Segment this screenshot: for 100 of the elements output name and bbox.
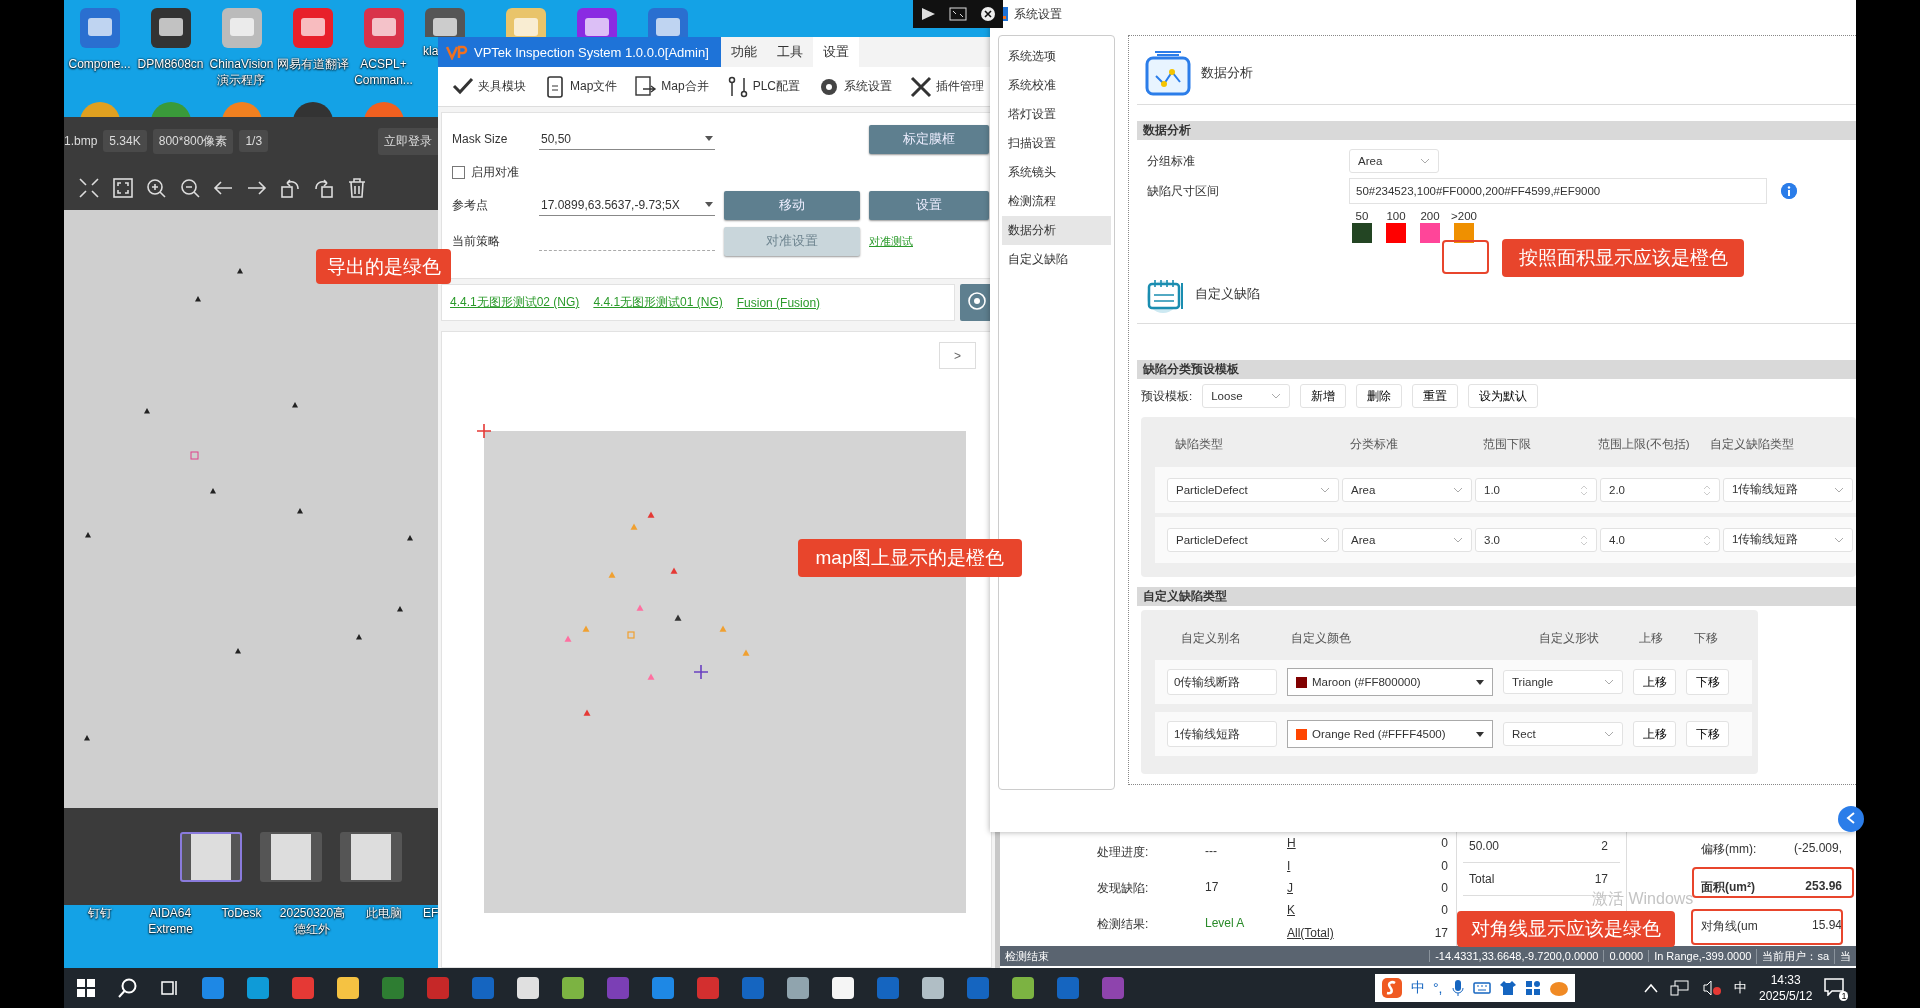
- rotate-right-icon[interactable]: [312, 176, 335, 199]
- thumbnail[interactable]: [180, 831, 242, 882]
- defect-type-dropdown[interactable]: ParticleDefect: [1167, 477, 1339, 502]
- punctuation-mode[interactable]: °,: [1433, 980, 1443, 996]
- number-field[interactable]: 1.0: [1475, 477, 1597, 502]
- app-icon[interactable]: [336, 976, 360, 1000]
- menu-tab[interactable]: 工具: [766, 37, 813, 67]
- app-icon[interactable]: [1011, 976, 1035, 1000]
- toolbar-button[interactable]: 夹具模块: [444, 75, 534, 98]
- app-icon[interactable]: [516, 976, 540, 1000]
- menu-tab[interactable]: 设置: [812, 37, 859, 67]
- search-icon[interactable]: [117, 977, 139, 999]
- expand-icon[interactable]: [78, 176, 100, 199]
- toolbar-button[interactable]: 插件管理: [902, 75, 993, 98]
- class-link[interactable]: K: [1287, 903, 1295, 918]
- play-icon[interactable]: [919, 7, 936, 21]
- number-field[interactable]: 3.0: [1475, 527, 1597, 552]
- app-icon[interactable]: [148, 6, 193, 50]
- nav-item[interactable]: 系统校准: [1002, 71, 1111, 100]
- grid-icon[interactable]: [1524, 980, 1541, 996]
- nav-item[interactable]: 扫描设置: [1002, 129, 1111, 158]
- refresh-settings-button[interactable]: [960, 284, 992, 321]
- settings-button[interactable]: 设置: [869, 190, 989, 220]
- menu-tab[interactable]: 功能: [720, 37, 767, 67]
- app-icon[interactable]: [831, 976, 855, 1000]
- preset-dropdown[interactable]: Loose: [1202, 384, 1291, 408]
- zoom-in-icon[interactable]: [145, 176, 167, 199]
- move-button[interactable]: 移动: [724, 190, 860, 220]
- login-button[interactable]: 立即登录: [378, 127, 438, 155]
- preset-button[interactable]: 设为默认: [1468, 384, 1539, 408]
- toolbar-button[interactable]: PLC配置: [718, 75, 809, 98]
- network-icon[interactable]: [1670, 980, 1690, 996]
- move-up-button[interactable]: 上移: [1633, 669, 1676, 695]
- group-criterion-dropdown[interactable]: Area: [1349, 149, 1439, 174]
- shape-dropdown[interactable]: Triangle: [1503, 670, 1623, 694]
- mask-size-dropdown[interactable]: 50,50: [539, 128, 715, 150]
- app-icon[interactable]: [786, 976, 810, 1000]
- criterion-dropdown[interactable]: Area: [1342, 527, 1472, 552]
- size-range-field[interactable]: 50#234523,100#FF0000,200#FF4599,#EF9000: [1349, 178, 1767, 205]
- app-icon[interactable]: [921, 976, 945, 1000]
- rotate-left-icon[interactable]: [279, 176, 301, 199]
- nav-item[interactable]: 塔灯设置: [1002, 100, 1111, 129]
- collapse-button[interactable]: [1838, 806, 1864, 832]
- number-field[interactable]: 4.0: [1600, 527, 1720, 552]
- shirt-icon[interactable]: [1498, 980, 1517, 996]
- align-test-link[interactable]: 对准测试: [869, 233, 989, 249]
- zoom-out-icon[interactable]: [178, 176, 201, 199]
- toolbar-button[interactable]: 系统设置: [810, 75, 901, 98]
- preset-button[interactable]: 新增: [1300, 384, 1347, 408]
- nav-item[interactable]: 系统选项: [1002, 42, 1111, 71]
- class-link[interactable]: All(Total): [1287, 925, 1334, 940]
- task-view-icon[interactable]: [160, 978, 180, 998]
- alias-field[interactable]: 0传输线断路: [1167, 669, 1277, 695]
- recipe-link[interactable]: 4.4.1无图形测试01 (NG): [593, 294, 723, 311]
- resize-icon[interactable]: [949, 7, 967, 21]
- column-header: 自定义缺陷类型: [1710, 437, 1795, 453]
- app-icon[interactable]: [561, 976, 585, 1000]
- class-link[interactable]: J: [1287, 880, 1293, 895]
- shape-dropdown[interactable]: Rect: [1503, 722, 1623, 746]
- delete-icon[interactable]: [346, 176, 368, 199]
- calibrate-button[interactable]: 标定膜框: [869, 124, 989, 154]
- criterion-dropdown[interactable]: Area: [1342, 477, 1472, 502]
- thumbnail[interactable]: [340, 831, 402, 882]
- toolbar-button[interactable]: Map合并: [627, 75, 717, 98]
- move-up-button[interactable]: 上移: [1633, 721, 1676, 747]
- ime-mode[interactable]: 中: [1411, 979, 1425, 997]
- input-language[interactable]: 中: [1734, 979, 1747, 997]
- align-checkbox[interactable]: 启用对准: [452, 163, 715, 181]
- recipe-link[interactable]: Fusion (Fusion): [736, 295, 821, 310]
- ime-logo-icon[interactable]: [1381, 977, 1403, 999]
- custom-type-dropdown[interactable]: 1传输线短路: [1723, 527, 1853, 552]
- defect-type-dropdown[interactable]: ParticleDefect: [1167, 527, 1339, 552]
- move-down-button[interactable]: 下移: [1686, 669, 1729, 695]
- close-icon[interactable]: [980, 6, 997, 22]
- nav-item[interactable]: 检测流程: [1002, 187, 1111, 216]
- number-field[interactable]: 2.0: [1600, 477, 1720, 502]
- thumbnail[interactable]: [260, 831, 322, 882]
- class-link[interactable]: I: [1287, 858, 1291, 873]
- next-button[interactable]: >: [939, 342, 976, 369]
- volume-muted-icon[interactable]: [1702, 980, 1722, 996]
- clock[interactable]: 14:33 2025/5/12: [1759, 972, 1813, 1004]
- fit-screen-icon[interactable]: [111, 176, 134, 199]
- nav-item[interactable]: 系统镜头: [1002, 158, 1111, 187]
- caret-up-icon[interactable]: [1644, 983, 1658, 993]
- start-icon[interactable]: [76, 978, 96, 998]
- toolbar-button[interactable]: Map文件: [536, 75, 626, 98]
- reference-point-dropdown[interactable]: 17.0899,63.5637,-9.73;5X: [539, 194, 715, 216]
- color-dropdown[interactable]: Orange Red (#FFFF4500): [1287, 720, 1493, 748]
- nav-item[interactable]: 自定义缺陷: [1002, 245, 1111, 274]
- preset-button[interactable]: 重置: [1412, 384, 1459, 408]
- nav-item[interactable]: 数据分析: [1002, 216, 1111, 245]
- recipe-link[interactable]: 4.4.1无图形测试02 (NG): [450, 294, 580, 311]
- color-dropdown[interactable]: Maroon (#FF800000): [1287, 668, 1493, 696]
- class-link[interactable]: H: [1287, 836, 1296, 851]
- microphone-icon[interactable]: [1450, 979, 1465, 997]
- preset-button[interactable]: 删除: [1356, 384, 1403, 408]
- keyboard-icon[interactable]: [1472, 981, 1491, 995]
- alias-field[interactable]: 1传输线短路: [1167, 721, 1277, 747]
- custom-type-dropdown[interactable]: 1传输线短路: [1723, 477, 1853, 502]
- move-down-button[interactable]: 下移: [1686, 721, 1729, 747]
